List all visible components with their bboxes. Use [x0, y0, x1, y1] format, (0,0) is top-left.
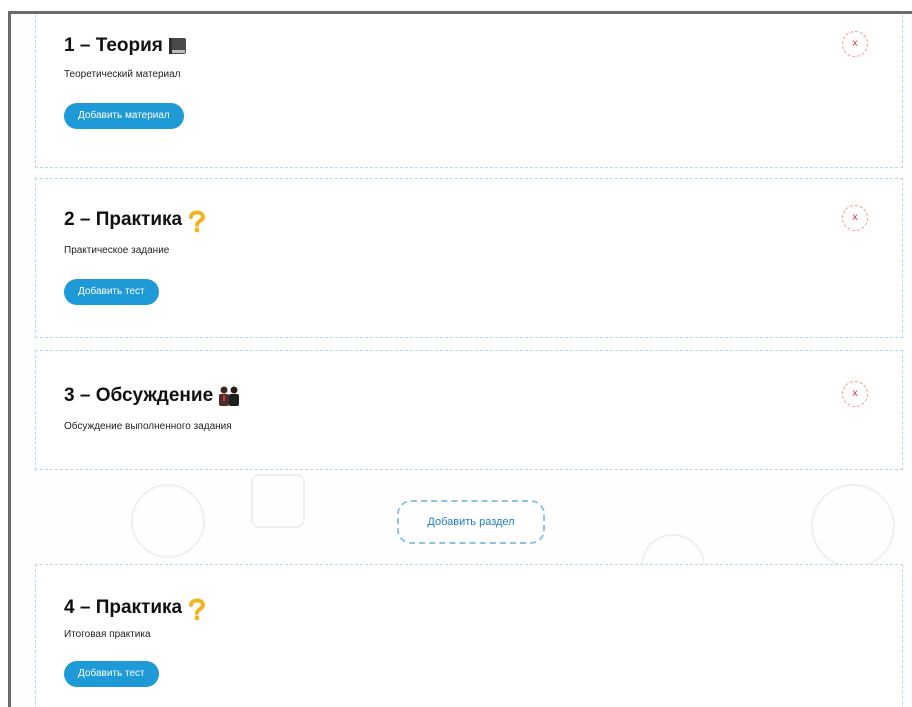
background-doodle	[251, 474, 305, 528]
add-test-button[interactable]: Добавить тест	[64, 661, 159, 687]
close-icon[interactable]: x	[842, 205, 868, 231]
section-card-4: 4 – Практика Итоговая практика Добавить …	[35, 564, 903, 707]
section-title: 2 – Практика	[64, 209, 208, 233]
section-description: Практическое задание	[64, 245, 170, 256]
section-card-3: 3 – Обсуждение Обсуждение выполненного з…	[35, 350, 903, 470]
background-doodle	[131, 484, 205, 558]
section-title: 3 – Обсуждение	[64, 385, 240, 407]
add-material-button[interactable]: Добавить материал	[64, 103, 184, 129]
section-description: Теоретический материал	[64, 69, 181, 80]
section-title-text: 4 – Практика	[64, 597, 183, 618]
section-title-text: 1 – Теория	[64, 35, 163, 56]
close-icon[interactable]: x	[842, 381, 868, 407]
people-icon	[217, 385, 240, 407]
question-icon	[186, 597, 208, 621]
question-icon	[186, 209, 208, 233]
section-description: Итоговая практика	[64, 629, 151, 640]
book-icon	[167, 35, 189, 57]
add-section-button[interactable]: Добавить раздел	[397, 500, 545, 544]
section-card-1: 1 – Теория Теоретический материал Добави…	[35, 14, 903, 168]
section-title: 1 – Теория	[64, 35, 189, 57]
course-builder-panel: 1 – Теория Теоретический материал Добави…	[8, 11, 912, 707]
section-title: 4 – Практика	[64, 597, 208, 621]
section-title-text: 2 – Практика	[64, 209, 183, 230]
add-test-button[interactable]: Добавить тест	[64, 279, 159, 305]
close-icon[interactable]: x	[842, 31, 868, 57]
section-card-2: 2 – Практика Практическое задание Добави…	[35, 178, 903, 338]
background-doodle	[811, 484, 895, 568]
section-description: Обсуждение выполненного задания	[64, 421, 232, 432]
section-title-text: 3 – Обсуждение	[64, 385, 214, 406]
